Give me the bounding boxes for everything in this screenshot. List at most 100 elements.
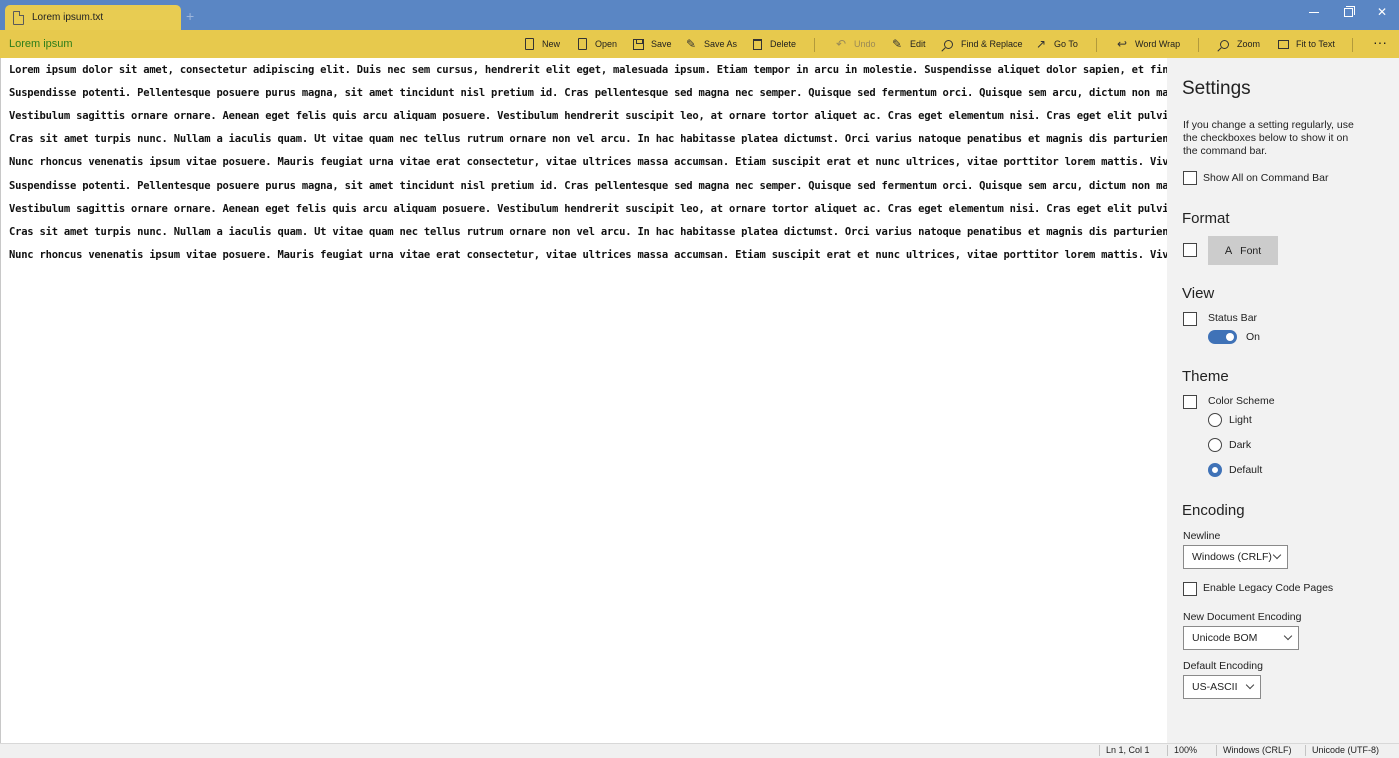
- delete-icon: [750, 37, 764, 51]
- color-scheme-label: Color Scheme: [1208, 395, 1275, 407]
- word-wrap-label: Word Wrap: [1135, 39, 1181, 49]
- status-bar: Ln 1, Col 1 100% Windows (CRLF) Unicode …: [0, 743, 1399, 758]
- font-icon: A: [1224, 244, 1233, 257]
- legacy-code-pages-checkbox[interactable]: [1183, 582, 1197, 596]
- status-separator: [1167, 745, 1168, 756]
- format-heading: Format: [1182, 210, 1230, 227]
- default-encoding-label: Default Encoding: [1183, 660, 1263, 672]
- undo-icon: ↶: [835, 37, 847, 51]
- minimize-icon: [1309, 11, 1319, 13]
- status-separator: [1305, 745, 1306, 756]
- radio-default-label: Default: [1229, 464, 1263, 476]
- fit-to-text-button[interactable]: Fit to Text: [1276, 36, 1335, 52]
- chevron-down-icon: [1283, 631, 1293, 641]
- find-replace-label: Find & Replace: [961, 39, 1023, 49]
- view-checkbox[interactable]: [1183, 312, 1197, 326]
- command-bar: Lorem ipsum New Open Save ✎ Save As Dele…: [0, 30, 1399, 58]
- radio-dark-label: Dark: [1229, 439, 1252, 451]
- save-as-button[interactable]: ✎ Save As: [684, 36, 737, 52]
- separator: [1096, 38, 1097, 52]
- newline-select[interactable]: Windows (CRLF): [1183, 545, 1288, 569]
- close-button[interactable]: ✕: [1365, 0, 1399, 24]
- chevron-down-icon: [1245, 680, 1255, 690]
- editor-line: Cras sit amet turpis nunc. Nullam a iacu…: [9, 226, 1167, 238]
- separator: [1352, 38, 1353, 52]
- editor-line: Vestibulum sagittis ornare ornare. Aenea…: [9, 110, 1167, 122]
- default-encoding-select[interactable]: US-ASCII: [1183, 675, 1261, 699]
- editor-line: Nunc rhoncus venenatis ipsum vitae posue…: [9, 156, 1167, 168]
- cursor-position[interactable]: Ln 1, Col 1: [1106, 745, 1150, 755]
- close-icon: ✕: [1376, 5, 1388, 19]
- save-icon: [631, 37, 645, 51]
- radio-light-label: Light: [1229, 414, 1252, 426]
- newline-label: Newline: [1183, 530, 1221, 542]
- settings-description: If you change a setting regularly, use t…: [1183, 119, 1354, 157]
- zoom-button[interactable]: Zoom: [1217, 36, 1260, 52]
- find-replace-button[interactable]: Find & Replace: [941, 36, 1023, 52]
- delete-label: Delete: [770, 39, 797, 49]
- more-button[interactable]: ···: [1373, 34, 1387, 50]
- font-button[interactable]: A Font: [1208, 236, 1278, 265]
- encoding-heading: Encoding: [1182, 502, 1245, 519]
- editor-line: Suspendisse potenti. Pellentesque posuer…: [9, 180, 1167, 192]
- word-wrap-icon: ↩: [1116, 37, 1128, 51]
- line-ending[interactable]: Windows (CRLF): [1223, 745, 1292, 755]
- save-as-icon: ✎: [685, 37, 697, 51]
- undo-label: Undo: [854, 39, 876, 49]
- radio-default[interactable]: [1208, 463, 1222, 477]
- new-document-icon: [522, 37, 536, 51]
- status-bar-label: Status Bar: [1208, 312, 1258, 324]
- status-bar-toggle[interactable]: [1208, 330, 1237, 344]
- new-tab-button[interactable]: +: [186, 9, 194, 23]
- go-to-label: Go To: [1054, 39, 1078, 49]
- font-label: Font: [1240, 244, 1262, 257]
- app-label: Lorem ipsum: [9, 38, 73, 50]
- status-separator: [1216, 745, 1217, 756]
- fit-to-text-label: Fit to Text: [1296, 39, 1335, 49]
- toggle-state-label: On: [1246, 331, 1261, 343]
- tab-title: Lorem ipsum.txt: [32, 12, 104, 23]
- view-heading: View: [1182, 285, 1215, 302]
- edit-label: Edit: [910, 39, 926, 49]
- title-bar: Lorem ipsum.txt + ✕: [0, 0, 1399, 30]
- arrow-up-right-icon: ↗: [1035, 37, 1047, 51]
- text-editor[interactable]: Lorem ipsum dolor sit amet, consectetur …: [0, 58, 1167, 743]
- go-to-button[interactable]: ↗ Go To: [1034, 36, 1078, 52]
- chevron-down-icon: [1272, 550, 1282, 560]
- search-icon: [941, 37, 955, 51]
- edit-button[interactable]: ✎ Edit: [890, 36, 926, 52]
- new-button[interactable]: New: [522, 36, 560, 52]
- editor-line: Nunc rhoncus venenatis ipsum vitae posue…: [9, 249, 1167, 261]
- minimize-button[interactable]: [1297, 0, 1331, 24]
- theme-checkbox[interactable]: [1183, 395, 1197, 409]
- theme-heading: Theme: [1182, 368, 1229, 385]
- new-document-encoding-select[interactable]: Unicode BOM: [1183, 626, 1299, 650]
- show-all-checkbox[interactable]: [1183, 171, 1197, 185]
- edit-icon: ✎: [891, 37, 903, 51]
- new-document-encoding-label: New Document Encoding: [1183, 611, 1302, 623]
- newline-value: Windows (CRLF): [1192, 551, 1272, 563]
- encoding-indicator[interactable]: Unicode (UTF-8): [1312, 745, 1379, 755]
- format-checkbox[interactable]: [1183, 243, 1197, 257]
- zoom-level[interactable]: 100%: [1174, 745, 1197, 755]
- restore-button[interactable]: [1331, 0, 1365, 24]
- restore-icon: [1343, 5, 1355, 17]
- save-button[interactable]: Save: [631, 36, 672, 52]
- settings-panel: Settings If you change a setting regular…: [1167, 58, 1399, 743]
- radio-dark[interactable]: [1208, 438, 1222, 452]
- show-all-label: Show All on Command Bar: [1203, 172, 1329, 184]
- word-wrap-button[interactable]: ↩ Word Wrap: [1115, 36, 1180, 52]
- separator: [1198, 38, 1199, 52]
- zoom-icon: [1217, 37, 1231, 51]
- radio-light[interactable]: [1208, 413, 1222, 427]
- delete-button[interactable]: Delete: [750, 36, 796, 52]
- legacy-code-pages-label: Enable Legacy Code Pages: [1203, 582, 1334, 594]
- save-as-label: Save As: [704, 39, 738, 49]
- new-label: New: [542, 39, 561, 49]
- undo-button[interactable]: ↶ Undo: [834, 36, 876, 52]
- new-document-encoding-value: Unicode BOM: [1192, 632, 1258, 644]
- editor-line: Cras sit amet turpis nunc. Nullam a iacu…: [9, 133, 1167, 145]
- open-file-icon: [575, 37, 589, 51]
- document-tab[interactable]: Lorem ipsum.txt: [5, 5, 181, 30]
- open-button[interactable]: Open: [575, 36, 617, 52]
